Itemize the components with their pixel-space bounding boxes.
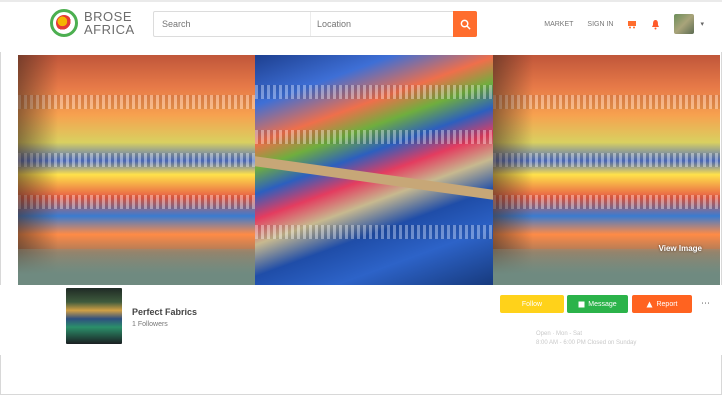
nav-link-sign-in[interactable]: SIGN IN xyxy=(587,21,613,28)
more-options-icon[interactable]: ⋯ xyxy=(701,298,710,309)
warning-icon xyxy=(646,301,653,307)
brand-logo[interactable]: BROSE AFRICA xyxy=(50,9,135,37)
cart-icon[interactable] xyxy=(627,19,637,29)
gallery-photo-1[interactable] xyxy=(18,55,255,285)
avatar[interactable] xyxy=(674,14,695,34)
nav-link-market[interactable]: MARKET xyxy=(544,21,573,28)
search-button[interactable] xyxy=(453,11,477,37)
site-header: BROSE AFRICA MARKET SIGN IN ▾ xyxy=(0,2,722,52)
report-button[interactable]: Report xyxy=(632,295,692,313)
opening-hours: Open · Mon - Sat 8:00 AM - 6:00 PM Close… xyxy=(536,330,636,348)
business-thumbnail[interactable] xyxy=(66,288,122,344)
follow-button[interactable]: Follow xyxy=(500,295,564,313)
bell-icon[interactable] xyxy=(651,19,660,30)
top-nav: MARKET SIGN IN ▾ xyxy=(544,14,704,34)
gallery-photo-3[interactable]: View Image xyxy=(493,55,720,285)
business-followers: 1 Followers xyxy=(132,321,168,328)
business-info: Perfect Fabrics 1 Followers Follow Messa… xyxy=(0,285,722,355)
message-label: Message xyxy=(588,300,617,308)
logo-text: BROSE AFRICA xyxy=(84,10,135,36)
follow-label: Follow xyxy=(521,300,543,308)
logo-line-2: AFRICA xyxy=(84,22,135,37)
business-name: Perfect Fabrics xyxy=(132,307,198,317)
chevron-down-icon[interactable]: ▾ xyxy=(700,20,704,28)
search-icon xyxy=(460,19,471,30)
message-button[interactable]: Message xyxy=(567,295,628,313)
hours-line-1: Open · Mon - Sat xyxy=(536,331,583,337)
view-image-link[interactable]: View Image xyxy=(659,244,702,253)
logo-mark-icon xyxy=(50,9,78,37)
message-icon xyxy=(578,301,585,307)
report-label: Report xyxy=(656,300,678,308)
hours-line-2: 8:00 AM - 6:00 PM Closed on Sunday xyxy=(536,340,637,346)
gallery-photo-2[interactable] xyxy=(255,55,493,285)
banner-gallery: View Image xyxy=(18,55,720,285)
search-bar xyxy=(153,11,477,37)
search-input[interactable] xyxy=(154,12,310,36)
location-input[interactable] xyxy=(310,12,453,36)
